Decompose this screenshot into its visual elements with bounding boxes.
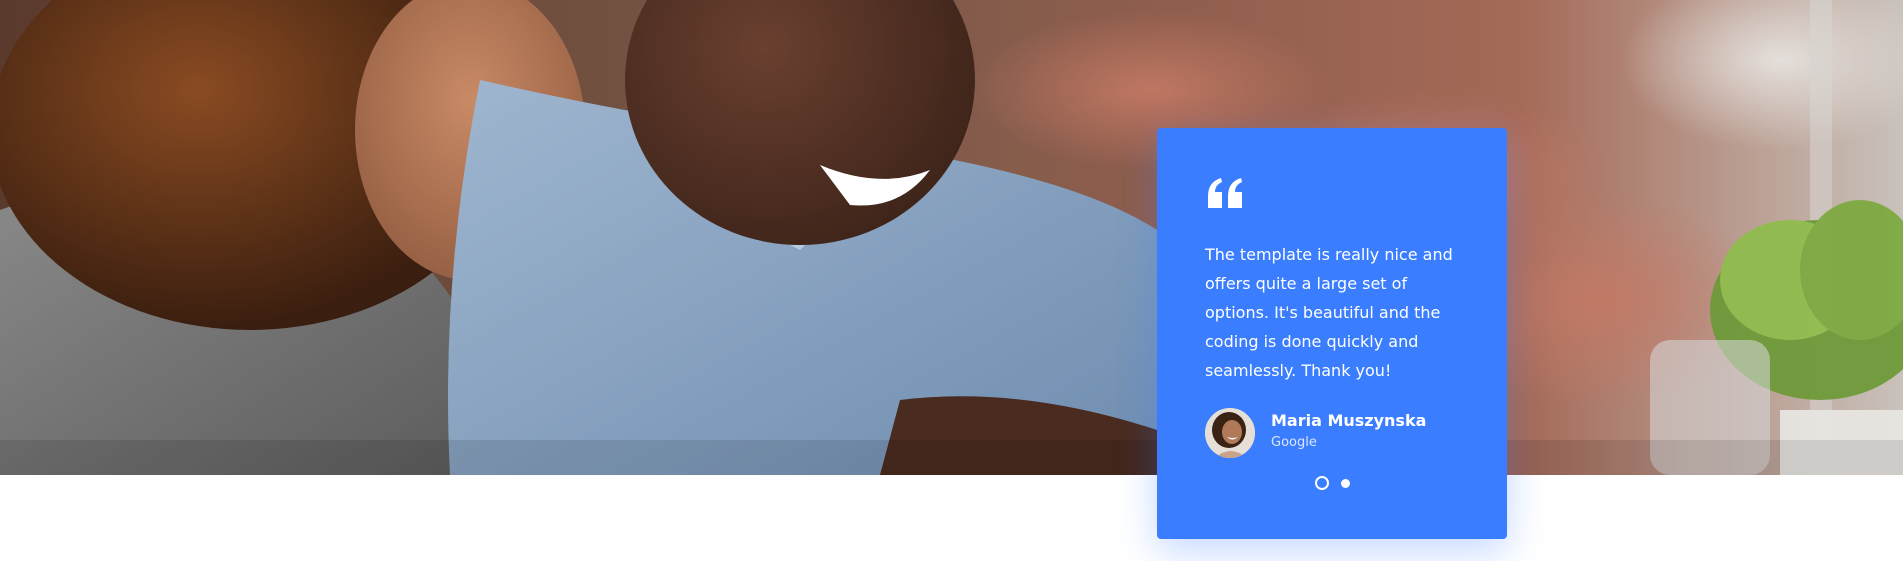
testimonial-card: The template is really nice and offers q… [1157, 128, 1507, 539]
hero-photo [0, 0, 1903, 475]
quote-icon [1208, 178, 1242, 208]
testimonial-pagination [1157, 476, 1507, 492]
testimonial-text: The template is really nice and offers q… [1205, 245, 1453, 380]
avatar-image [1205, 408, 1255, 458]
author-name: Maria Muszynska [1271, 411, 1427, 430]
testimonial-author: Maria Muszynska Google [1205, 408, 1465, 458]
pagination-dot-1[interactable] [1314, 476, 1329, 490]
pagination-dot-2[interactable] [1340, 478, 1350, 488]
page: The template is really nice and offers q… [0, 0, 1903, 561]
people-at-laptop-photo [0, 0, 1903, 475]
author-company: Google [1271, 435, 1317, 450]
avatar-photo [1205, 408, 1255, 458]
